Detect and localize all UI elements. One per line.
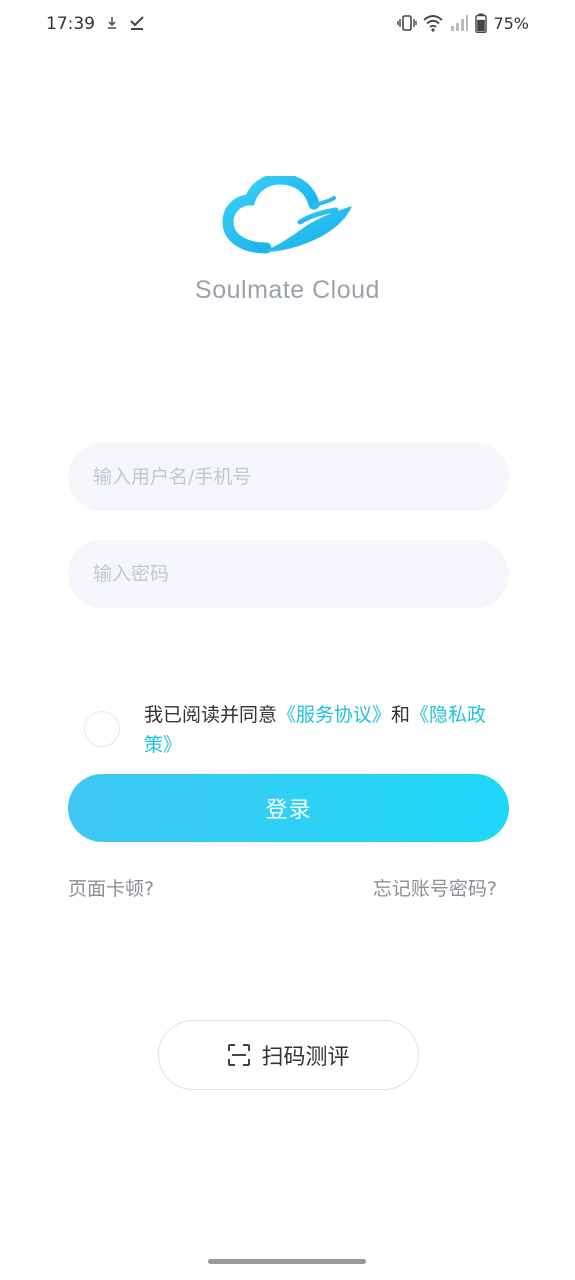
- scan-button-label: 扫码测评: [261, 1045, 350, 1070]
- login-screen: 17:39 75% Soulmate Cloud 输入用户名/手机号 我已阅读并…: [0, 0, 575, 1280]
- scan-evaluate-button[interactable]: 扫码测评: [158, 1020, 419, 1090]
- status-right-group: 75%: [397, 12, 529, 34]
- status-time: 17:39: [46, 14, 95, 34]
- password-input[interactable]: [68, 540, 509, 608]
- page-lag-link[interactable]: 页面卡顿?: [68, 874, 154, 901]
- home-indicator[interactable]: [208, 1259, 366, 1264]
- scan-icon: [228, 1044, 251, 1066]
- battery-icon: [475, 13, 488, 33]
- battery-percent: 75%: [493, 13, 529, 33]
- agreement-checkbox[interactable]: [84, 711, 120, 747]
- status-bar: 17:39 75%: [0, 0, 575, 48]
- agreement-connector: 和: [391, 704, 411, 726]
- brand-name: Soulmate Cloud: [195, 276, 380, 304]
- check-icon: [130, 16, 144, 30]
- agreement-prefix: 我已阅读并同意: [144, 704, 278, 726]
- forgot-account-link[interactable]: 忘记账号密码?: [373, 874, 497, 901]
- username-input[interactable]: [68, 443, 509, 511]
- wifi-icon: [423, 15, 444, 32]
- service-agreement-link[interactable]: 《服务协议》: [277, 704, 391, 726]
- cloud-hand-logo: [222, 176, 352, 254]
- vibrate-icon: [397, 15, 418, 31]
- login-button[interactable]: 登录: [68, 774, 509, 842]
- agreement-text: 我已阅读并同意《服务协议》和《隐私政策》: [144, 700, 509, 760]
- cellular-icon: [451, 15, 469, 31]
- download-icon: [108, 17, 116, 29]
